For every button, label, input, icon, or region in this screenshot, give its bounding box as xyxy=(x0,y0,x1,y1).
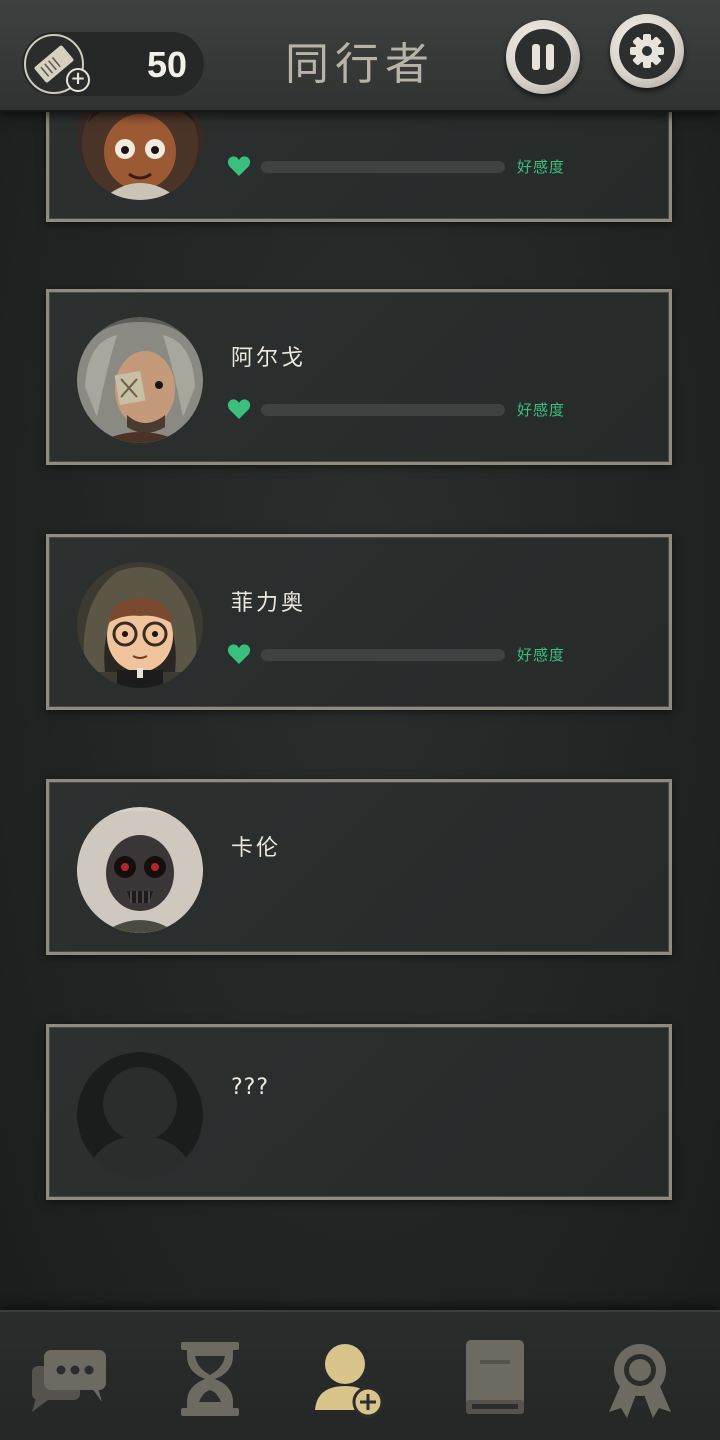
companion-name: 阿尔戈 xyxy=(231,346,307,371)
nav-hourglass[interactable] xyxy=(165,1334,255,1424)
hourglass-icon xyxy=(181,1342,239,1416)
achievement-ribbon-icon xyxy=(609,1344,671,1418)
affection-label: 好感度 xyxy=(517,401,566,419)
heart-icon xyxy=(227,156,251,176)
nav-chat[interactable] xyxy=(26,1334,116,1424)
settings-button[interactable] xyxy=(610,14,684,88)
companion-avatar xyxy=(77,807,203,933)
ticket-counter[interactable]: + 50 xyxy=(22,32,204,96)
ticket-count: 50 xyxy=(146,44,188,85)
pause-icon xyxy=(515,29,571,85)
pause-button[interactable] xyxy=(506,20,580,94)
affection-label: 好感度 xyxy=(517,158,566,176)
chat-icon xyxy=(32,1350,106,1412)
heart-icon xyxy=(227,399,251,419)
affection-bar xyxy=(261,404,505,416)
companion-name: 菲力奥 xyxy=(231,591,307,616)
nav-book[interactable] xyxy=(450,1334,540,1424)
companion-card[interactable]: 菲力奥 好感度 xyxy=(46,534,672,710)
top-bar: + 50 同行者 xyxy=(0,0,720,112)
companion-add-icon xyxy=(315,1344,384,1418)
companions-screen: 好感度 阿尔戈 好感度 菲力奥 好感度 卡伦 ??? + 50 同行者 xyxy=(0,0,720,1440)
heart-icon xyxy=(227,644,251,664)
companion-card[interactable]: 卡伦 xyxy=(46,779,672,955)
gear-icon xyxy=(619,23,675,79)
affection-label: 好感度 xyxy=(517,646,566,664)
companion-card[interactable]: 阿尔戈 好感度 xyxy=(46,289,672,465)
bottom-nav xyxy=(0,1310,720,1440)
locked-avatar xyxy=(77,1052,203,1178)
page-title: 同行者 xyxy=(285,39,435,90)
add-ticket-icon[interactable]: + xyxy=(66,68,90,92)
companion-card-locked[interactable]: ??? xyxy=(46,1024,672,1200)
affection-bar xyxy=(261,649,505,661)
companion-name: ??? xyxy=(231,1075,270,1100)
nav-achievements[interactable] xyxy=(595,1334,685,1424)
affection-bar xyxy=(261,161,505,173)
book-icon xyxy=(466,1340,524,1414)
companion-avatar xyxy=(77,317,203,443)
companion-name: 卡伦 xyxy=(231,836,282,861)
nav-companions[interactable] xyxy=(305,1334,395,1424)
companion-avatar xyxy=(77,562,203,688)
